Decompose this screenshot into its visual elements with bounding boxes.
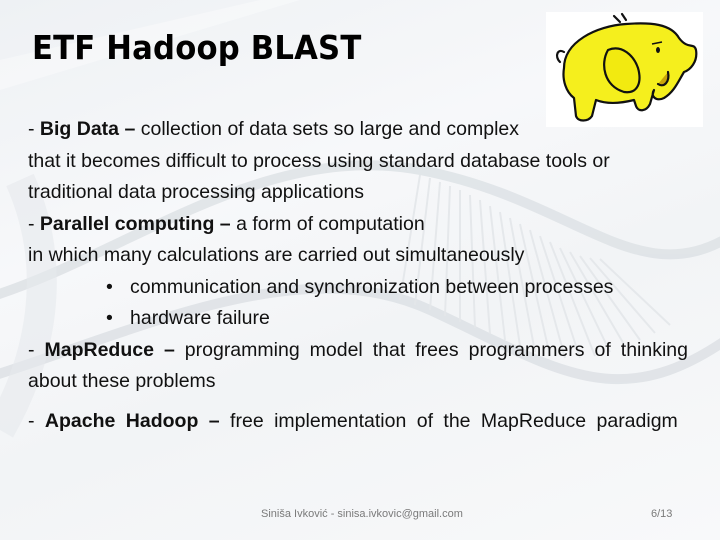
hadoop-elephant-icon xyxy=(555,12,698,122)
slide-body: - Big Data – collection of data sets so … xyxy=(28,114,688,437)
paragraph-parallel-computing: - Parallel computing – a form of computa… xyxy=(28,212,525,267)
bullet-item: • hardware failure xyxy=(28,303,688,335)
page-number: 6/13 xyxy=(651,508,673,520)
paragraph-big-data: - Big Data – collection of data sets so … xyxy=(28,118,610,203)
paragraph-apache-hadoop: - Apache Hadoop – free implementation of… xyxy=(28,409,678,432)
term-mapreduce: MapReduce – xyxy=(44,338,175,361)
hadoop-logo xyxy=(546,12,703,127)
bullet-icon: • xyxy=(106,275,113,298)
slide-title: ETF Hadoop BLAST xyxy=(32,28,362,67)
term-apache-hadoop: Apache Hadoop – xyxy=(44,409,220,432)
slide: ETF Hadoop BLAST - Big Data – collection… xyxy=(0,0,720,540)
term-parallel-computing: Parallel computing – xyxy=(39,212,231,235)
term-big-data: Big Data – xyxy=(39,118,136,140)
paragraph-mapreduce: - MapReduce – programming model that fre… xyxy=(28,338,688,393)
bullet-icon: • xyxy=(106,307,113,329)
footer-author: Siniša Ivković - sinisa.ivkovic@gmail.co… xyxy=(261,508,463,520)
bullet-item: • communication and synchronization betw… xyxy=(28,272,688,304)
